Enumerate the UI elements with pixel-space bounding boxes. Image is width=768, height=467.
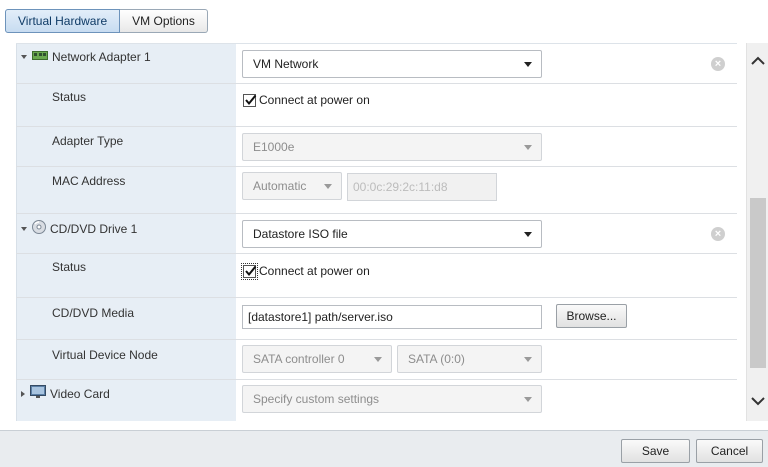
mac-address-field: 00:0c:29:2c:11:d8 <box>347 173 497 201</box>
dropdown-arrow-icon <box>374 357 382 362</box>
cd-drive-label: CD/DVD Drive 1 <box>50 221 138 236</box>
network-adapter-row: Network Adapter 1 VM Network × <box>16 44 737 84</box>
network-select[interactable]: VM Network <box>242 50 542 78</box>
adapter-type-row: Adapter Type E1000e <box>16 127 737 167</box>
device-node-label: Virtual Device Node <box>52 348 158 362</box>
save-button[interactable]: Save <box>621 439 690 463</box>
controller-select[interactable]: SATA controller 0 <box>242 345 392 373</box>
dropdown-arrow-icon <box>524 232 532 237</box>
mac-mode-select[interactable]: Automatic <box>242 172 342 200</box>
scroll-down-icon[interactable] <box>749 393 767 409</box>
device-node-select[interactable]: SATA (0:0) <box>397 345 542 373</box>
dropdown-arrow-icon <box>524 357 532 362</box>
browse-button[interactable]: Browse... <box>556 304 627 328</box>
cd-source-select[interactable]: Datastore ISO file <box>242 220 542 248</box>
expand-toggle-icon[interactable] <box>21 390 25 397</box>
connect-label: Connect at power on <box>259 264 370 278</box>
connect-label: Connect at power on <box>259 93 370 107</box>
network-connect-checkbox[interactable]: Connect at power on <box>243 93 370 107</box>
cd-drive-row: CD/DVD Drive 1 Datastore ISO file × <box>16 214 737 254</box>
cd-drive-header[interactable]: CD/DVD Drive 1 <box>21 220 137 237</box>
adapter-type-select: E1000e <box>242 133 542 161</box>
device-node-value: SATA (0:0) <box>408 352 465 366</box>
dropdown-arrow-icon <box>524 397 532 402</box>
collapse-toggle-icon[interactable] <box>21 226 27 231</box>
vertical-scrollbar[interactable] <box>746 43 768 421</box>
controller-value: SATA controller 0 <box>253 352 345 366</box>
tab-virtual-hardware[interactable]: Virtual Hardware <box>5 9 121 33</box>
remove-device-icon[interactable]: × <box>711 227 725 241</box>
monitor-icon <box>30 385 46 402</box>
scroll-up-icon[interactable] <box>749 53 767 69</box>
network-adapter-header[interactable]: Network Adapter 1 <box>21 44 151 70</box>
collapse-toggle-icon[interactable] <box>21 55 27 59</box>
video-card-label: Video Card <box>50 386 110 401</box>
device-node-row: Virtual Device Node SATA controller 0 SA… <box>16 340 737 380</box>
tab-bar: Virtual Hardware VM Options <box>5 9 208 33</box>
adapter-type-label: Adapter Type <box>52 134 124 148</box>
adapter-type-value: E1000e <box>253 140 295 154</box>
cd-status-row: Status Connect at power on <box>16 254 737 298</box>
mac-address-row: MAC Address Automatic 00:0c:29:2c:11:d8 <box>16 167 737 214</box>
mac-address-label: MAC Address <box>52 174 126 188</box>
scrollbar-thumb[interactable] <box>750 198 766 368</box>
network-adapter-label: Network Adapter 1 <box>52 50 151 64</box>
network-status-row: Status Connect at power on <box>16 84 737 127</box>
tab-vm-options[interactable]: VM Options <box>120 9 208 33</box>
mac-mode-value: Automatic <box>253 179 307 193</box>
video-card-value: Specify custom settings <box>253 392 380 406</box>
hardware-list: Network Adapter 1 VM Network × Status Co… <box>16 43 737 421</box>
cd-media-row: CD/DVD Media [datastore1] path/server.is… <box>16 298 737 340</box>
status-label: Status <box>52 260 87 274</box>
cancel-button[interactable]: Cancel <box>696 439 763 463</box>
cd-disc-icon <box>32 220 46 237</box>
video-card-header[interactable]: Video Card <box>21 385 110 402</box>
network-card-icon <box>32 50 48 64</box>
dialog-footer: Save Cancel <box>0 430 768 467</box>
dropdown-arrow-icon <box>524 62 532 67</box>
checkbox-icon <box>243 93 257 107</box>
status-label: Status <box>52 90 87 104</box>
checkbox-icon <box>241 262 258 280</box>
cd-media-label: CD/DVD Media <box>52 306 135 320</box>
cd-source-value: Datastore ISO file <box>253 227 348 241</box>
cd-media-path-input[interactable]: [datastore1] path/server.iso <box>242 305 542 329</box>
cd-connect-checkbox[interactable]: Connect at power on <box>241 262 370 280</box>
video-card-select[interactable]: Specify custom settings <box>242 385 542 413</box>
remove-device-icon[interactable]: × <box>711 57 725 71</box>
dropdown-arrow-icon <box>524 145 532 150</box>
network-select-value: VM Network <box>253 57 319 71</box>
dropdown-arrow-icon <box>324 184 332 189</box>
video-card-row: Video Card Specify custom settings <box>16 380 737 421</box>
